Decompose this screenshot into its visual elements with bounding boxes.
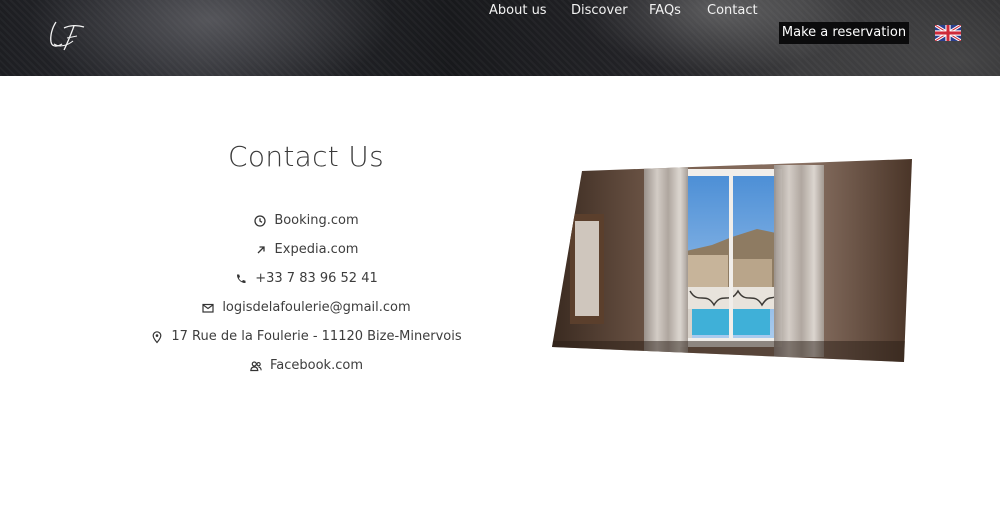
location-pin-icon <box>150 330 164 344</box>
nav-contact[interactable]: Contact <box>707 0 758 22</box>
contact-address[interactable]: 17 Rue de la Foulerie - 11120 Bize-Miner… <box>100 322 512 351</box>
contact-facebook-label[interactable]: Facebook.com <box>270 358 363 373</box>
make-reservation-button[interactable]: Make a reservation <box>779 22 909 44</box>
page-title: Contact Us <box>228 140 384 173</box>
site-logo[interactable] <box>42 14 90 54</box>
contact-facebook[interactable]: Facebook.com <box>100 351 512 380</box>
arrow-up-right-icon <box>254 243 268 257</box>
contact-expedia[interactable]: Expedia.com <box>100 235 512 264</box>
contact-list: Booking.com Expedia.com +33 7 83 96 52 4… <box>100 206 512 380</box>
nav-about-us[interactable]: About us <box>489 0 547 22</box>
contact-phone[interactable]: +33 7 83 96 52 41 <box>100 264 512 293</box>
contact-booking-label[interactable]: Booking.com <box>274 213 358 228</box>
room-photo <box>552 159 912 362</box>
uk-flag-icon[interactable] <box>934 23 962 43</box>
nav-faqs[interactable]: FAQs <box>649 0 681 22</box>
phone-icon <box>234 272 248 286</box>
contact-email-label[interactable]: logisdelafoulerie@gmail.com <box>222 300 410 315</box>
contact-expedia-label[interactable]: Expedia.com <box>275 242 359 257</box>
people-icon <box>249 359 263 373</box>
contact-phone-label[interactable]: +33 7 83 96 52 41 <box>255 271 378 286</box>
mail-icon <box>201 301 215 315</box>
contact-address-label[interactable]: 17 Rue de la Foulerie - 11120 Bize-Miner… <box>171 329 461 344</box>
contact-booking[interactable]: Booking.com <box>100 206 512 235</box>
nav-discover[interactable]: Discover <box>571 0 628 22</box>
site-header: About us Discover FAQs Contact Make a re… <box>0 0 1000 76</box>
clock-icon <box>253 214 267 228</box>
logo-monogram-icon <box>50 21 85 51</box>
contact-email[interactable]: logisdelafoulerie@gmail.com <box>100 293 512 322</box>
